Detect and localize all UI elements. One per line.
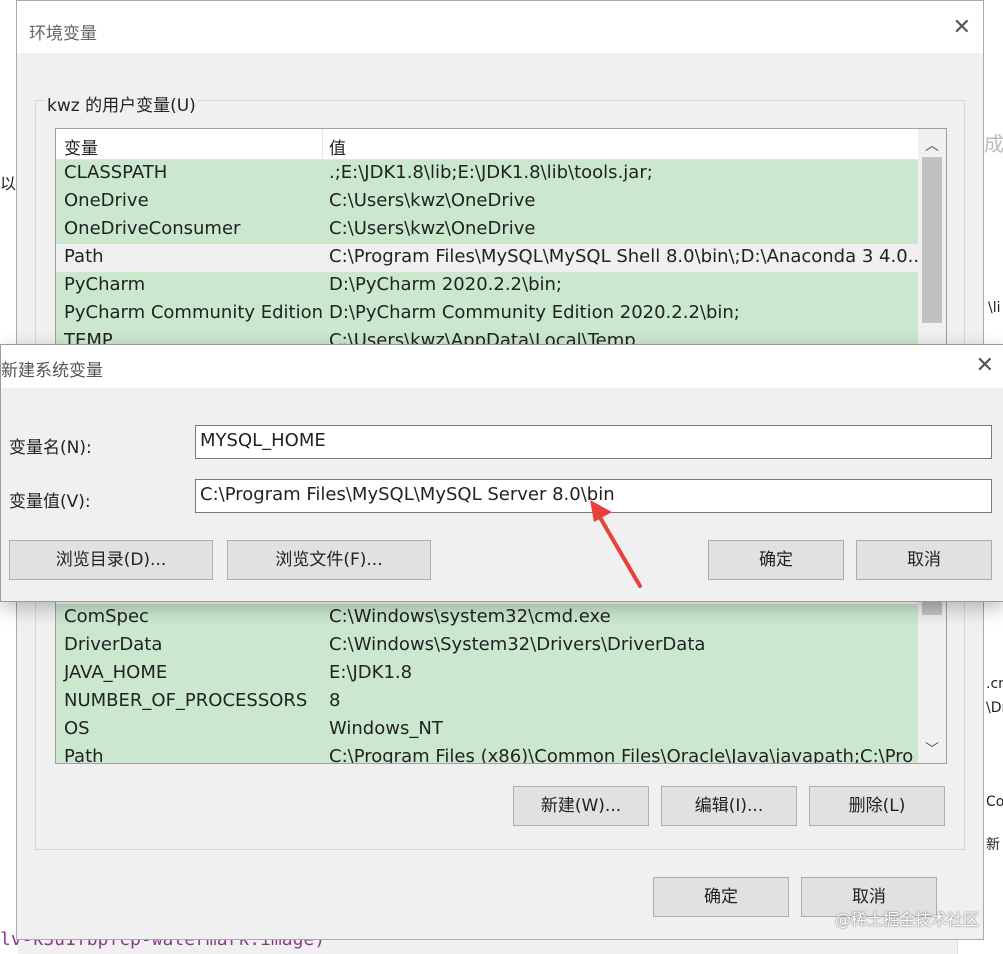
background-fragment: .cm xyxy=(986,676,1003,692)
table-row[interactable]: Path C:\Program Files\MySQL\MySQL Shell … xyxy=(56,244,931,272)
delete-button[interactable]: 删除(L) xyxy=(809,786,945,826)
table-row[interactable]: OneDriveConsumer C:\Users\kwz\OneDrive xyxy=(56,216,918,244)
table-row[interactable]: PyCharm D:\PyCharm 2020.2.2\bin; xyxy=(56,272,918,300)
table-row[interactable]: NUMBER_OF_PROCESSORS 8 xyxy=(56,688,918,716)
variable-value-label: 变量值(V): xyxy=(9,492,91,512)
edit-button[interactable]: 编辑(I)... xyxy=(661,786,797,826)
chevron-down-icon[interactable]: ﹀ xyxy=(925,739,939,759)
title-bar: 新建系统变量 ✕ xyxy=(1,345,1003,388)
chevron-up-icon[interactable]: ︿ xyxy=(925,135,939,155)
variable-name-label: 变量名(N): xyxy=(9,438,92,458)
browse-directory-button[interactable]: 浏览目录(D)... xyxy=(9,540,213,580)
table-row[interactable]: CLASSPATH .;E:\JDK1.8\lib;E:\JDK1.8\lib\… xyxy=(56,160,918,188)
background-fragment: \li xyxy=(988,300,1001,316)
background-fragment: 成 xyxy=(984,132,1003,156)
variable-value: 8 xyxy=(329,690,341,711)
variable-value: D:\PyCharm 2020.2.2\bin; xyxy=(329,274,562,295)
table-row[interactable]: ComSpec C:\Windows\system32\cmd.exe xyxy=(56,604,918,632)
variable-value: C:\Program Files\MySQL\MySQL Shell 8.0\b… xyxy=(329,246,931,267)
background-fragment: \Dr xyxy=(986,700,1003,716)
variable-name: JAVA_HOME xyxy=(64,662,168,683)
annotation-arrow-icon xyxy=(590,500,642,588)
user-variables-label: kwz 的用户变量(U) xyxy=(45,91,198,116)
window-title: 环境变量 xyxy=(29,24,97,44)
variable-name-field[interactable]: MYSQL_HOME xyxy=(195,425,992,459)
column-header-value[interactable]: 值 xyxy=(329,134,346,159)
column-separator[interactable] xyxy=(322,129,323,159)
variable-value: C:\Windows\system32\cmd.exe xyxy=(329,606,611,627)
variable-value: C:\Users\kwz\OneDrive xyxy=(329,190,536,211)
variable-name: OneDriveConsumer xyxy=(64,218,241,239)
variable-name: DriverData xyxy=(64,634,163,655)
table-row[interactable]: JAVA_HOME E:\JDK1.8 xyxy=(56,660,918,688)
variable-name: Path xyxy=(64,746,104,764)
variable-name: PyCharm Community Edition xyxy=(64,302,324,323)
table-row[interactable]: OS Windows_NT xyxy=(56,716,918,744)
variable-name: Path xyxy=(64,246,104,267)
variable-name: OS xyxy=(64,718,90,739)
ok-button[interactable]: 确定 xyxy=(708,540,844,580)
variable-name: CLASSPATH xyxy=(64,162,168,183)
variable-name: NUMBER_OF_PROCESSORS xyxy=(64,690,308,711)
variable-name: OneDrive xyxy=(64,190,149,211)
background-fragment: Co xyxy=(986,794,1003,810)
table-row[interactable]: DriverData C:\Windows\System32\Drivers\D… xyxy=(56,632,918,660)
close-icon[interactable]: ✕ xyxy=(976,353,994,378)
variable-value: C:\Users\kwz\OneDrive xyxy=(329,218,536,239)
variable-value: D:\PyCharm Community Edition 2020.2.2\bi… xyxy=(329,302,740,323)
variable-value: Windows_NT xyxy=(329,718,443,739)
variable-name: PyCharm xyxy=(64,274,146,295)
dialog-title: 新建系统变量 xyxy=(1,361,103,381)
column-header-variable[interactable]: 变量 xyxy=(64,134,98,159)
cancel-button[interactable]: 取消 xyxy=(856,540,992,580)
browse-file-button[interactable]: 浏览文件(F)... xyxy=(227,540,431,580)
scrollbar-thumb[interactable] xyxy=(922,157,942,323)
new-button[interactable]: 新建(W)... xyxy=(513,786,649,826)
new-system-variable-dialog: 新建系统变量 ✕ 变量名(N): MYSQL_HOME 变量值(V): C:\P… xyxy=(0,344,1003,602)
title-bar: 环境变量 ✕ xyxy=(17,1,983,53)
table-row[interactable]: Path C:\Program Files (x86)\Common Files… xyxy=(56,744,918,764)
ok-button[interactable]: 确定 xyxy=(653,877,789,917)
variable-value: C:\Windows\System32\Drivers\DriverData xyxy=(329,634,706,655)
background-fragment: 新 xyxy=(986,837,1000,853)
variable-value: .;E:\JDK1.8\lib;E:\JDK1.8\lib\tools.jar; xyxy=(329,162,653,183)
watermark: @稀土掘金技术社区 xyxy=(834,910,979,929)
table-row[interactable]: PyCharm Community Edition D:\PyCharm Com… xyxy=(56,300,918,328)
variable-name: ComSpec xyxy=(64,606,149,627)
table-row[interactable]: OneDrive C:\Users\kwz\OneDrive xyxy=(56,188,918,216)
list-header: 变量 值 xyxy=(56,129,918,160)
variable-value: C:\Program Files (x86)\Common Files\Orac… xyxy=(329,746,914,764)
variable-value: E:\JDK1.8 xyxy=(329,662,413,683)
close-icon[interactable]: ✕ xyxy=(953,15,971,40)
